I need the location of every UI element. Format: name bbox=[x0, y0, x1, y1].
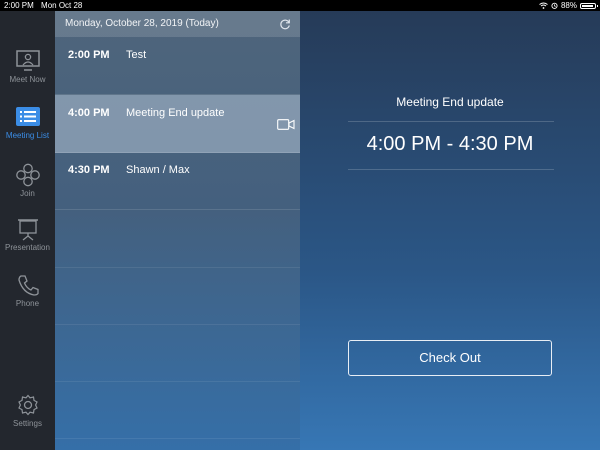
sidebar-item-join[interactable]: Join bbox=[0, 163, 55, 211]
phone-icon bbox=[17, 275, 39, 296]
meeting-time: 4:30 PM bbox=[68, 164, 110, 176]
detail-divider bbox=[348, 121, 554, 122]
sidebar-item-label: Phone bbox=[15, 299, 40, 308]
sidebar-item-label: Presentation bbox=[5, 243, 50, 252]
meeting-time: 4:00 PM bbox=[68, 107, 110, 119]
list-divider bbox=[55, 438, 300, 439]
sidebar-item-phone[interactable]: Phone bbox=[0, 273, 55, 321]
status-bar: 2:00 PM Mon Oct 28 88% bbox=[0, 0, 600, 11]
meeting-time: 2:00 PM bbox=[68, 49, 110, 61]
list-icon bbox=[15, 107, 40, 126]
meeting-title: Shawn / Max bbox=[126, 164, 190, 176]
detail-time-range: 4:00 PM - 4:30 PM bbox=[366, 133, 534, 155]
status-date: Mon Oct 28 bbox=[41, 1, 83, 10]
sidebar-item-label: Settings bbox=[13, 419, 42, 428]
list-divider bbox=[55, 267, 300, 268]
meeting-title: Test bbox=[126, 49, 147, 61]
meeting-row-selected[interactable]: 4:00 PM Meeting End update bbox=[55, 95, 300, 153]
sidebar-item-meet-now[interactable]: Meet Now bbox=[0, 49, 55, 97]
sidebar-item-label: Meeting List bbox=[5, 131, 50, 140]
list-date: Monday, October 28, 2019 (Today) bbox=[65, 18, 219, 29]
sidebar-item-label: Join bbox=[20, 189, 35, 198]
battery-percent: 88% bbox=[560, 1, 577, 10]
meeting-detail-panel: Meeting End update 4:00 PM - 4:30 PM Che… bbox=[300, 11, 600, 450]
sidebar-item-presentation[interactable]: Presentation bbox=[0, 217, 55, 265]
meeting-list: Monday, October 28, 2019 (Today) 2:00 PM… bbox=[55, 11, 300, 450]
meeting-row[interactable]: 4:30 PM Shawn / Max bbox=[55, 152, 300, 210]
video-camera-icon bbox=[277, 119, 295, 130]
alarm-icon bbox=[551, 2, 558, 9]
presentation-icon bbox=[17, 219, 38, 241]
sidebar: Meet Now Meeting List Join Presentation bbox=[0, 11, 55, 450]
sidebar-item-settings[interactable]: Settings bbox=[0, 393, 55, 441]
battery-icon bbox=[580, 2, 598, 9]
wifi-icon bbox=[539, 2, 548, 9]
detail-divider bbox=[348, 169, 554, 170]
meeting-row[interactable]: 2:00 PM Test bbox=[55, 37, 300, 95]
status-time: 2:00 PM bbox=[4, 1, 34, 10]
detail-meeting-title: Meeting End update bbox=[396, 95, 504, 109]
check-out-button[interactable]: Check Out bbox=[348, 340, 552, 376]
meeting-list-header: Monday, October 28, 2019 (Today) bbox=[55, 11, 300, 37]
sidebar-item-label: Meet Now bbox=[9, 75, 46, 84]
gear-icon bbox=[17, 394, 38, 416]
list-divider bbox=[55, 381, 300, 382]
refresh-icon[interactable] bbox=[279, 18, 291, 30]
list-divider bbox=[55, 324, 300, 325]
meeting-title: Meeting End update bbox=[126, 107, 225, 119]
join-icon bbox=[15, 163, 40, 187]
sidebar-item-meeting-list[interactable]: Meeting List bbox=[0, 105, 55, 153]
monitor-icon bbox=[15, 50, 40, 71]
